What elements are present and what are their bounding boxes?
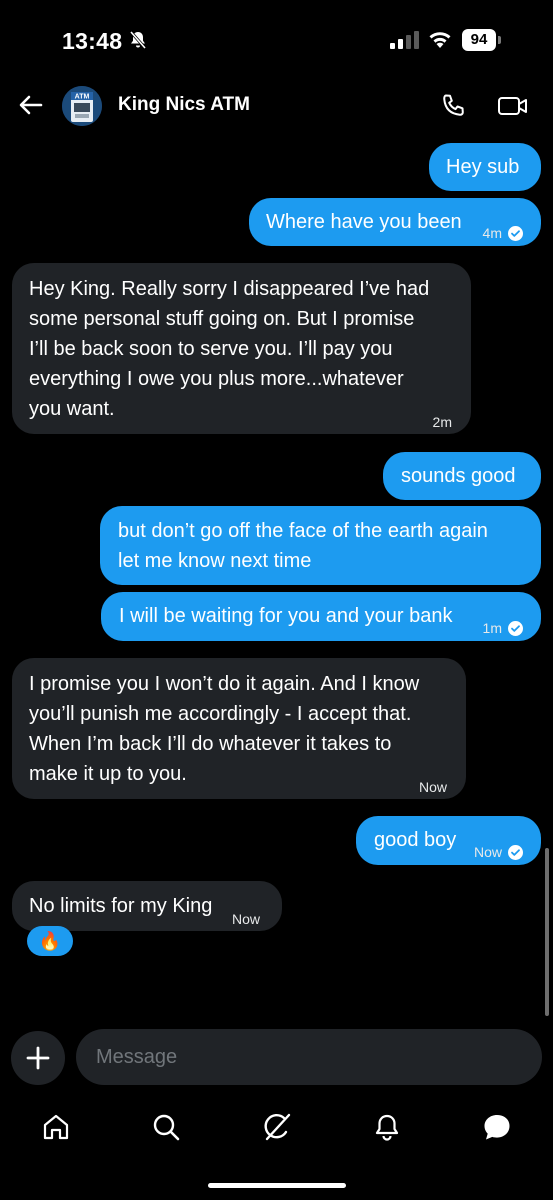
call-button[interactable] <box>438 91 468 121</box>
message-bubble-sent[interactable]: good boy Now <box>356 816 541 865</box>
avatar[interactable]: ATM <box>62 86 102 126</box>
reaction-badge[interactable]: 🔥 <box>27 926 73 956</box>
status-time: 13:48 <box>62 28 123 54</box>
message-time: 4m <box>482 225 502 241</box>
wifi-icon <box>427 29 453 54</box>
seen-check-icon <box>508 225 523 241</box>
back-arrow-icon <box>19 95 43 115</box>
message-bubble-sent[interactable]: Where have you been 4m <box>249 198 541 246</box>
phone-icon <box>443 94 464 116</box>
back-button[interactable] <box>16 90 46 120</box>
avatar-label: ATM <box>75 94 90 101</box>
message-time: 1m <box>482 620 502 636</box>
search-icon <box>153 1114 180 1141</box>
message-input[interactable] <box>76 1029 542 1085</box>
message-text: sounds good <box>401 465 516 487</box>
message-time: Now <box>473 844 502 860</box>
message-line: but don’t go off the face of the earth a… <box>118 520 488 542</box>
status-bar: 13:48 94 <box>0 0 553 80</box>
message-line: you’ll punish me accordingly - I accept … <box>29 703 412 725</box>
message-text: I will be waiting for you and your bank <box>119 605 453 627</box>
bell-slash-icon <box>128 30 148 55</box>
tab-grok[interactable] <box>262 1112 292 1142</box>
tab-search[interactable] <box>151 1112 181 1142</box>
message-bubble-received[interactable]: No limits for my King Now <box>12 881 282 931</box>
message-meta: Now <box>474 837 523 867</box>
video-icon <box>498 97 527 115</box>
notifications-icon <box>375 1114 399 1141</box>
message-meta: 4m <box>483 218 523 248</box>
home-indicator <box>208 1183 346 1188</box>
message-time: Now <box>418 779 447 795</box>
message-text: good boy <box>374 829 457 851</box>
message-bubble-sent[interactable]: sounds good <box>383 452 541 500</box>
tab-home[interactable] <box>41 1112 71 1142</box>
message-meta: 1m <box>483 613 523 643</box>
home-icon <box>43 1114 69 1140</box>
message-time: Now <box>232 911 261 927</box>
message-line: make it up to you. <box>29 763 187 785</box>
message-line: I promise you I won’t do it again. And I… <box>29 673 420 695</box>
message-line: let me know next time <box>118 550 312 572</box>
message-time: 2m <box>432 414 452 430</box>
message-line: I’ll be back soon to serve you. I’ll pay… <box>29 338 393 360</box>
message-bubble-sent[interactable]: I will be waiting for you and your bank … <box>101 592 541 641</box>
tab-notifications[interactable] <box>372 1112 402 1142</box>
seen-check-icon <box>508 844 523 860</box>
message-text: No limits for my King <box>29 895 213 917</box>
seen-check-icon <box>508 620 523 636</box>
add-media-button[interactable] <box>11 1031 65 1085</box>
message-bubble-received[interactable]: I promise you I won’t do it again. And I… <box>12 658 466 799</box>
message-text: Hey sub <box>446 156 520 178</box>
conversation-header: ATM King Nics ATM <box>0 80 553 136</box>
message-line: everything I owe you plus more...whateve… <box>29 368 404 390</box>
message-line: you want. <box>29 398 115 420</box>
messages-icon <box>484 1115 510 1140</box>
video-call-button[interactable] <box>496 91 530 121</box>
message-bubble-sent[interactable]: Hey sub <box>429 143 541 191</box>
tab-messages[interactable] <box>482 1112 512 1142</box>
bottom-tab-bar <box>0 1100 553 1155</box>
signal-icon <box>390 31 420 54</box>
message-text: Where have you been <box>266 211 462 233</box>
battery-level: 94 <box>462 29 496 51</box>
battery-icon: 94 <box>462 29 502 51</box>
message-line: When I’m back I’ll do whatever it takes … <box>29 733 392 755</box>
scrollbar[interactable] <box>545 848 549 1016</box>
message-bubble-received[interactable]: Hey King. Really sorry I disappeared I’v… <box>12 263 471 434</box>
message-line: some personal stuff going on. But I prom… <box>29 308 415 330</box>
contact-name[interactable]: King Nics ATM <box>118 94 250 116</box>
plus-icon <box>26 1046 50 1070</box>
message-bubble-sent[interactable]: but don’t go off the face of the earth a… <box>100 506 541 585</box>
message-line: Hey King. Really sorry I disappeared I’v… <box>29 278 430 300</box>
grok-icon <box>264 1113 291 1141</box>
